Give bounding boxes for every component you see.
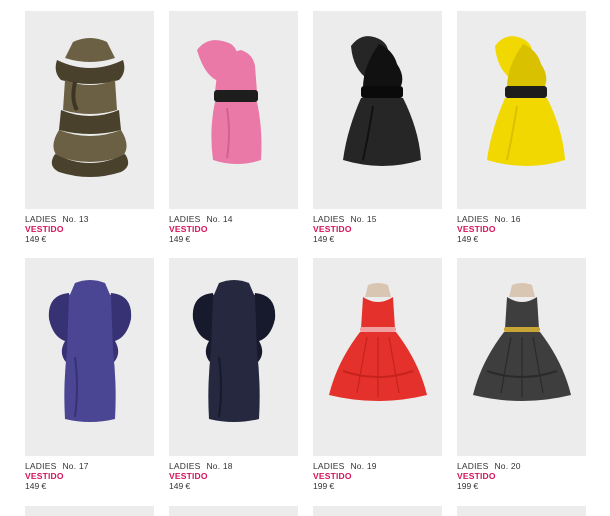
product-image[interactable]	[25, 11, 154, 209]
product-type[interactable]: VESTIDO	[169, 224, 298, 234]
product-category: LADIES	[457, 461, 489, 471]
product-image[interactable]	[169, 11, 298, 209]
product-number: No. 19	[350, 461, 377, 471]
product-type[interactable]: VESTIDO	[313, 471, 442, 481]
ruffle-sleeve-dress-image	[48, 280, 131, 422]
product-card-partial[interactable]	[25, 506, 154, 516]
product-image[interactable]	[313, 258, 442, 456]
product-card-partial[interactable]	[169, 506, 298, 516]
product-number: No. 14	[206, 214, 233, 224]
product-card[interactable]: LADIES No. 19 VESTIDO 199 €	[313, 258, 442, 491]
product-category: LADIES	[313, 214, 345, 224]
product-price: 199 €	[457, 481, 479, 491]
product-number: No. 13	[62, 214, 89, 224]
product-number: No. 16	[494, 214, 521, 224]
product-price: 149 €	[457, 234, 479, 244]
one-shoulder-dress-image	[196, 40, 261, 164]
one-shoulder-dress-image	[342, 36, 421, 166]
product-type[interactable]: VESTIDO	[457, 471, 586, 481]
product-price: 149 €	[169, 234, 191, 244]
product-type[interactable]: VESTIDO	[313, 224, 442, 234]
ruffled-dress-image	[51, 38, 128, 177]
product-category: LADIES	[457, 214, 489, 224]
product-type[interactable]: VESTIDO	[169, 471, 298, 481]
product-card[interactable]: LADIES No. 14 VESTIDO 149 €	[169, 11, 298, 244]
product-category: LADIES	[169, 461, 201, 471]
tulle-dress-image	[328, 283, 427, 401]
product-card[interactable]: LADIES No. 13 VESTIDO 149 €	[25, 11, 154, 244]
product-category: LADIES	[25, 461, 57, 471]
product-card[interactable]: LADIES No. 18 VESTIDO 149 €	[169, 258, 298, 491]
product-card[interactable]: LADIES No. 17 VESTIDO 149 €	[25, 258, 154, 491]
product-price: 149 €	[25, 234, 47, 244]
product-price: 199 €	[313, 481, 335, 491]
product-category: LADIES	[313, 461, 345, 471]
product-category: LADIES	[25, 214, 57, 224]
product-type[interactable]: VESTIDO	[25, 471, 154, 481]
product-price: 149 €	[313, 234, 335, 244]
product-card-partial[interactable]	[313, 506, 442, 516]
product-image[interactable]	[313, 11, 442, 209]
product-image[interactable]	[169, 258, 298, 456]
product-number: No. 18	[206, 461, 233, 471]
product-type[interactable]: VESTIDO	[25, 224, 154, 234]
product-number: No. 15	[350, 214, 377, 224]
product-image[interactable]	[25, 258, 154, 456]
one-shoulder-dress-image	[486, 36, 565, 166]
product-image[interactable]	[457, 11, 586, 209]
product-image[interactable]	[457, 258, 586, 456]
product-type[interactable]: VESTIDO	[457, 224, 586, 234]
ruffle-sleeve-dress-image	[192, 280, 275, 422]
product-card-partial[interactable]	[457, 506, 586, 516]
product-number: No. 17	[62, 461, 89, 471]
tulle-dress-image	[472, 283, 571, 401]
product-price: 149 €	[169, 481, 191, 491]
product-category: LADIES	[169, 214, 201, 224]
product-price: 149 €	[25, 481, 47, 491]
product-number: No. 20	[494, 461, 521, 471]
product-card[interactable]: LADIES No. 16 VESTIDO 149 €	[457, 11, 586, 244]
product-card[interactable]: LADIES No. 20 VESTIDO 199 €	[457, 258, 586, 491]
product-card[interactable]: LADIES No. 15 VESTIDO 149 €	[313, 11, 442, 244]
